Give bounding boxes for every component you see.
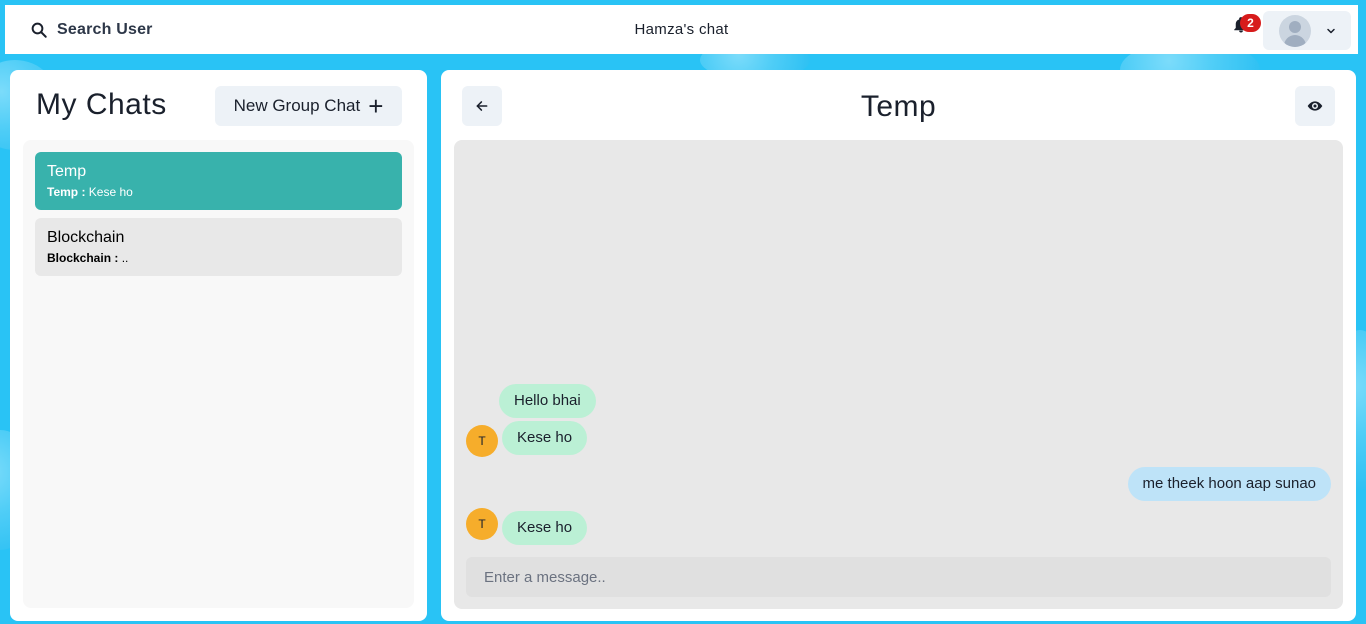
back-button[interactable] [462,86,502,126]
messages-area: Hello bhai T Kese ho me theek hoon aap s… [454,140,1343,609]
avatar [1279,14,1311,47]
search-icon [31,22,47,38]
sender-avatar[interactable]: T [466,508,498,540]
sender-avatar[interactable]: T [466,425,498,457]
chat-preview: Blockchain : .. [47,251,390,265]
message-bubble: Kese ho [502,511,588,545]
chat-preview-sender: Blockchain : [47,251,119,265]
chat-name: Temp [47,163,87,180]
new-group-chat-button[interactable]: New Group Chat + [215,86,402,126]
my-chats-panel: My Chats New Group Chat + Temp Temp : Ke… [10,70,427,621]
conversation-title: Temp [860,90,937,123]
search-user-button[interactable]: Search User [30,21,153,39]
message-bubble: Hello bhai [499,384,596,418]
notification-badge: 2 [1240,14,1261,32]
arrow-left-icon [476,101,488,111]
view-profile-button[interactable] [1295,86,1335,126]
new-group-chat-label: New Group Chat [233,96,361,115]
chat-list-item-blockchain[interactable]: Blockchain Blockchain : .. [35,218,402,276]
message-input[interactable] [466,557,1331,597]
search-user-label: Search User [57,20,153,38]
eye-icon [1307,101,1323,111]
message-bubble: Kese ho [502,421,588,455]
conversation-panel: Temp Hello bhai T Kese ho me theek hoon … [441,70,1356,621]
my-chats-title: My Chats [36,88,167,121]
chevron-down-icon [1327,28,1335,33]
chat-list-item-temp[interactable]: Temp Temp : Kese ho [35,152,402,210]
chat-name: Blockchain [47,229,125,246]
plus-icon: + [368,91,384,121]
profile-menu-button[interactable] [1263,11,1351,50]
chat-preview-text: .. [118,251,129,265]
chat-preview: Temp : Kese ho [47,185,390,199]
chat-preview-text: Kese ho [85,185,133,199]
app-title: Hamza's chat [634,21,729,38]
message-bubble: me theek hoon aap sunao [1127,467,1331,501]
chat-preview-sender: Temp : [47,185,86,199]
chat-list: Temp Temp : Kese ho Blockchain Blockchai… [23,140,414,608]
top-bar: Search User Hamza's chat [5,5,1358,54]
